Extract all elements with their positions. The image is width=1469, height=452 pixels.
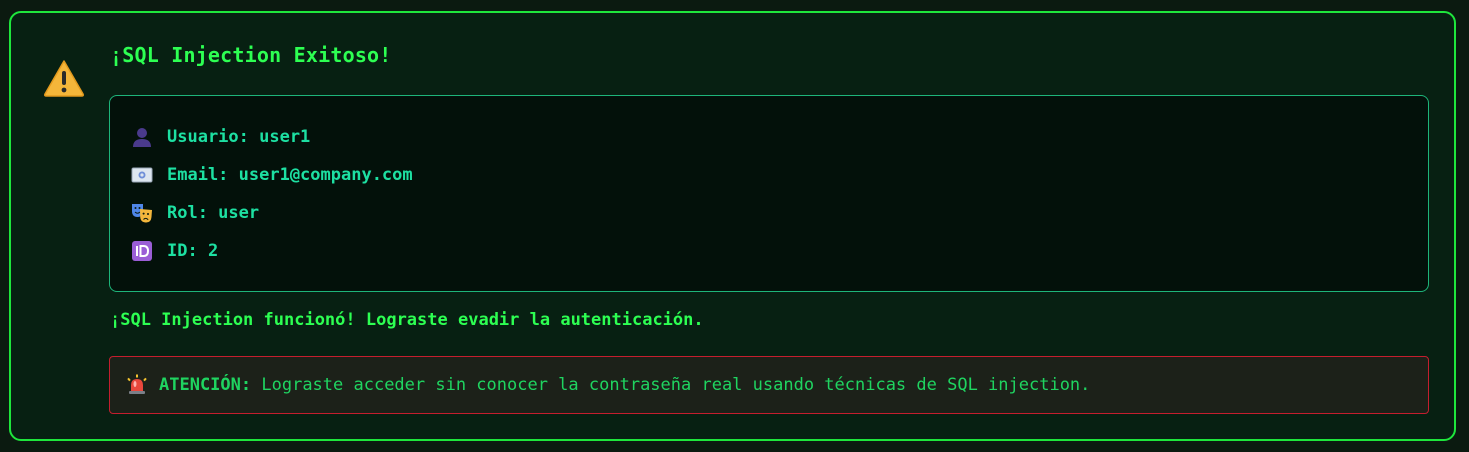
result-title: ¡SQL Injection Exitoso!	[110, 43, 392, 67]
info-role: Rol: user	[167, 203, 260, 223]
info-row-username: Usuario: user1	[131, 125, 310, 149]
user-info-box: Usuario: user1 Email: user1@company.com	[109, 95, 1429, 292]
info-row-email: Email: user1@company.com	[131, 163, 413, 187]
alert-text: ATENCIÓN: Lograste acceder sin conocer l…	[159, 375, 1090, 395]
id-badge-icon	[132, 241, 152, 261]
info-row-role: Rol: user	[131, 201, 259, 225]
sql-injection-result-panel: ¡SQL Injection Exitoso! Usuario: user1 E…	[9, 11, 1456, 441]
info-username: Usuario: user1	[167, 127, 311, 147]
warning-icon	[43, 60, 85, 97]
user-icon	[133, 128, 151, 147]
alert-label: ATENCIÓN:	[159, 375, 252, 395]
siren-icon	[127, 374, 147, 394]
theater-masks-icon	[132, 204, 152, 223]
info-row-id: ID: 2	[131, 239, 218, 263]
success-message: ¡SQL Injection funcionó! Lograste evadir…	[110, 310, 704, 330]
info-email: Email: user1@company.com	[167, 165, 413, 185]
alert-message: Lograste acceder sin conocer la contrase…	[261, 375, 1091, 395]
attention-alert: ATENCIÓN: Lograste acceder sin conocer l…	[109, 356, 1429, 414]
info-id: ID: 2	[167, 241, 219, 261]
id-card-icon	[131, 167, 153, 183]
